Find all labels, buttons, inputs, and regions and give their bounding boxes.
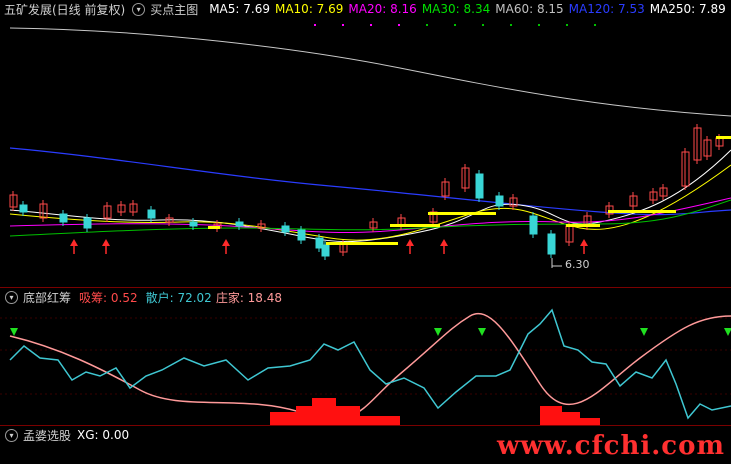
stock-title: 五矿发展(日线 前复权) (4, 2, 126, 17)
signal-bar (208, 226, 220, 229)
candle-body (321, 244, 330, 257)
ma-label: MA120: 7.53 (568, 2, 645, 16)
buy-arrow-icon (406, 239, 414, 246)
kline-pane[interactable]: 五矿发展(日线 前复权) ▾ 买点主图 MA5: 7.69 MA10: 7.69 M… (0, 0, 731, 287)
dealer-value: 庄家: 18.48 (215, 290, 283, 305)
ma-label: MA60: 8.15 (495, 2, 564, 16)
ma-label: MA30: 8.34 (421, 2, 491, 16)
signal-bar (390, 224, 440, 227)
sell-triangle-icon (10, 328, 18, 336)
candle-body (59, 213, 68, 223)
accumulate-bar (336, 406, 360, 426)
tick-dot (566, 24, 568, 26)
sub2-header: ▾ 孟婆选股 XG: 0.00 (0, 426, 134, 444)
ma-label: MA20: 8.16 (348, 2, 417, 16)
sell-triangle-icon (434, 328, 442, 336)
xg-value: XG: 0.00 (77, 428, 130, 442)
kline-header: 五矿发展(日线 前复权) ▾ 买点主图 MA5: 7.69 MA10: 7.69 M… (0, 0, 731, 18)
ma-label: MA250: 7.89 (649, 2, 726, 16)
tick-dot (342, 24, 344, 26)
sell-triangle-icon (640, 328, 648, 336)
signal-bar (608, 210, 676, 213)
accumulate-value: 吸筹: 0.52 (79, 290, 138, 305)
tick-dot (482, 24, 484, 26)
buy-arrow-icon (102, 239, 110, 246)
signal-bar (566, 224, 600, 227)
buy-arrow-icon (440, 239, 448, 246)
chevron-down-icon[interactable]: ▾ (132, 2, 146, 16)
tick-dot (426, 24, 428, 26)
kline-chart[interactable] (0, 0, 731, 287)
low-price-label: 6.30 (565, 258, 590, 271)
buy-arrow-icon (70, 239, 78, 246)
ma-legend: MA5: 7.69 MA10: 7.69 MA20: 8.16 MA30: 8.34 M… (203, 2, 731, 16)
accumulate-bar (562, 412, 580, 426)
candle-body (297, 229, 306, 241)
accumulate-bar (296, 406, 312, 426)
tick-dot (398, 24, 400, 26)
tick-dot (594, 24, 596, 26)
watermark: www.cfchi.com (497, 431, 725, 461)
candle-body (147, 209, 156, 219)
sub2-title[interactable]: 孟婆选股 (23, 427, 71, 444)
tick-dot (314, 24, 316, 26)
chevron-down-icon[interactable]: ▾ (5, 428, 18, 442)
sell-triangle-icon (478, 328, 486, 336)
tick-dot (538, 24, 540, 26)
buy-arrow-icon (580, 239, 588, 246)
candle-body (495, 195, 504, 207)
tick-dot (510, 24, 512, 26)
signal-bar (716, 136, 731, 139)
buy-arrow-icon (222, 239, 230, 246)
ma250-line (9, 27, 731, 117)
indicator-name[interactable]: 买点主图 (150, 1, 198, 18)
sub1-header: ▾ 底部红筹 吸筹: 0.52 散户: 72.02 庄家: 18.48 (0, 288, 287, 306)
accumulate-bar (270, 412, 296, 426)
ma-label: MA10: 7.69 (274, 2, 344, 16)
signal-bar (326, 242, 398, 245)
accumulate-bar (540, 406, 562, 426)
bottom-red-chips-pane[interactable]: ▾ 底部红筹 吸筹: 0.52 散户: 72.02 庄家: 18.48 (0, 287, 731, 426)
retail-value: 散户: 72.02 (145, 290, 212, 305)
candle-body (83, 217, 92, 229)
sell-triangle-icon (724, 328, 731, 336)
candle-body (235, 221, 244, 227)
chevron-down-icon[interactable]: ▾ (5, 290, 18, 304)
signal-bar (428, 212, 496, 215)
tick-dot (370, 24, 372, 26)
sub1-chart[interactable] (0, 288, 731, 426)
candle-body (475, 173, 484, 199)
ma-label: MA5: 7.69 (209, 2, 270, 16)
tick-dot (454, 24, 456, 26)
candle-body (547, 233, 556, 255)
sub1-title[interactable]: 底部红筹 (23, 289, 71, 306)
candle-body (529, 215, 538, 235)
candle-body (19, 204, 28, 213)
dealer-line (9, 313, 731, 420)
candle-body (189, 221, 198, 227)
accumulate-bar (312, 398, 336, 426)
candle-body (281, 225, 290, 233)
ma10-line (9, 164, 731, 241)
